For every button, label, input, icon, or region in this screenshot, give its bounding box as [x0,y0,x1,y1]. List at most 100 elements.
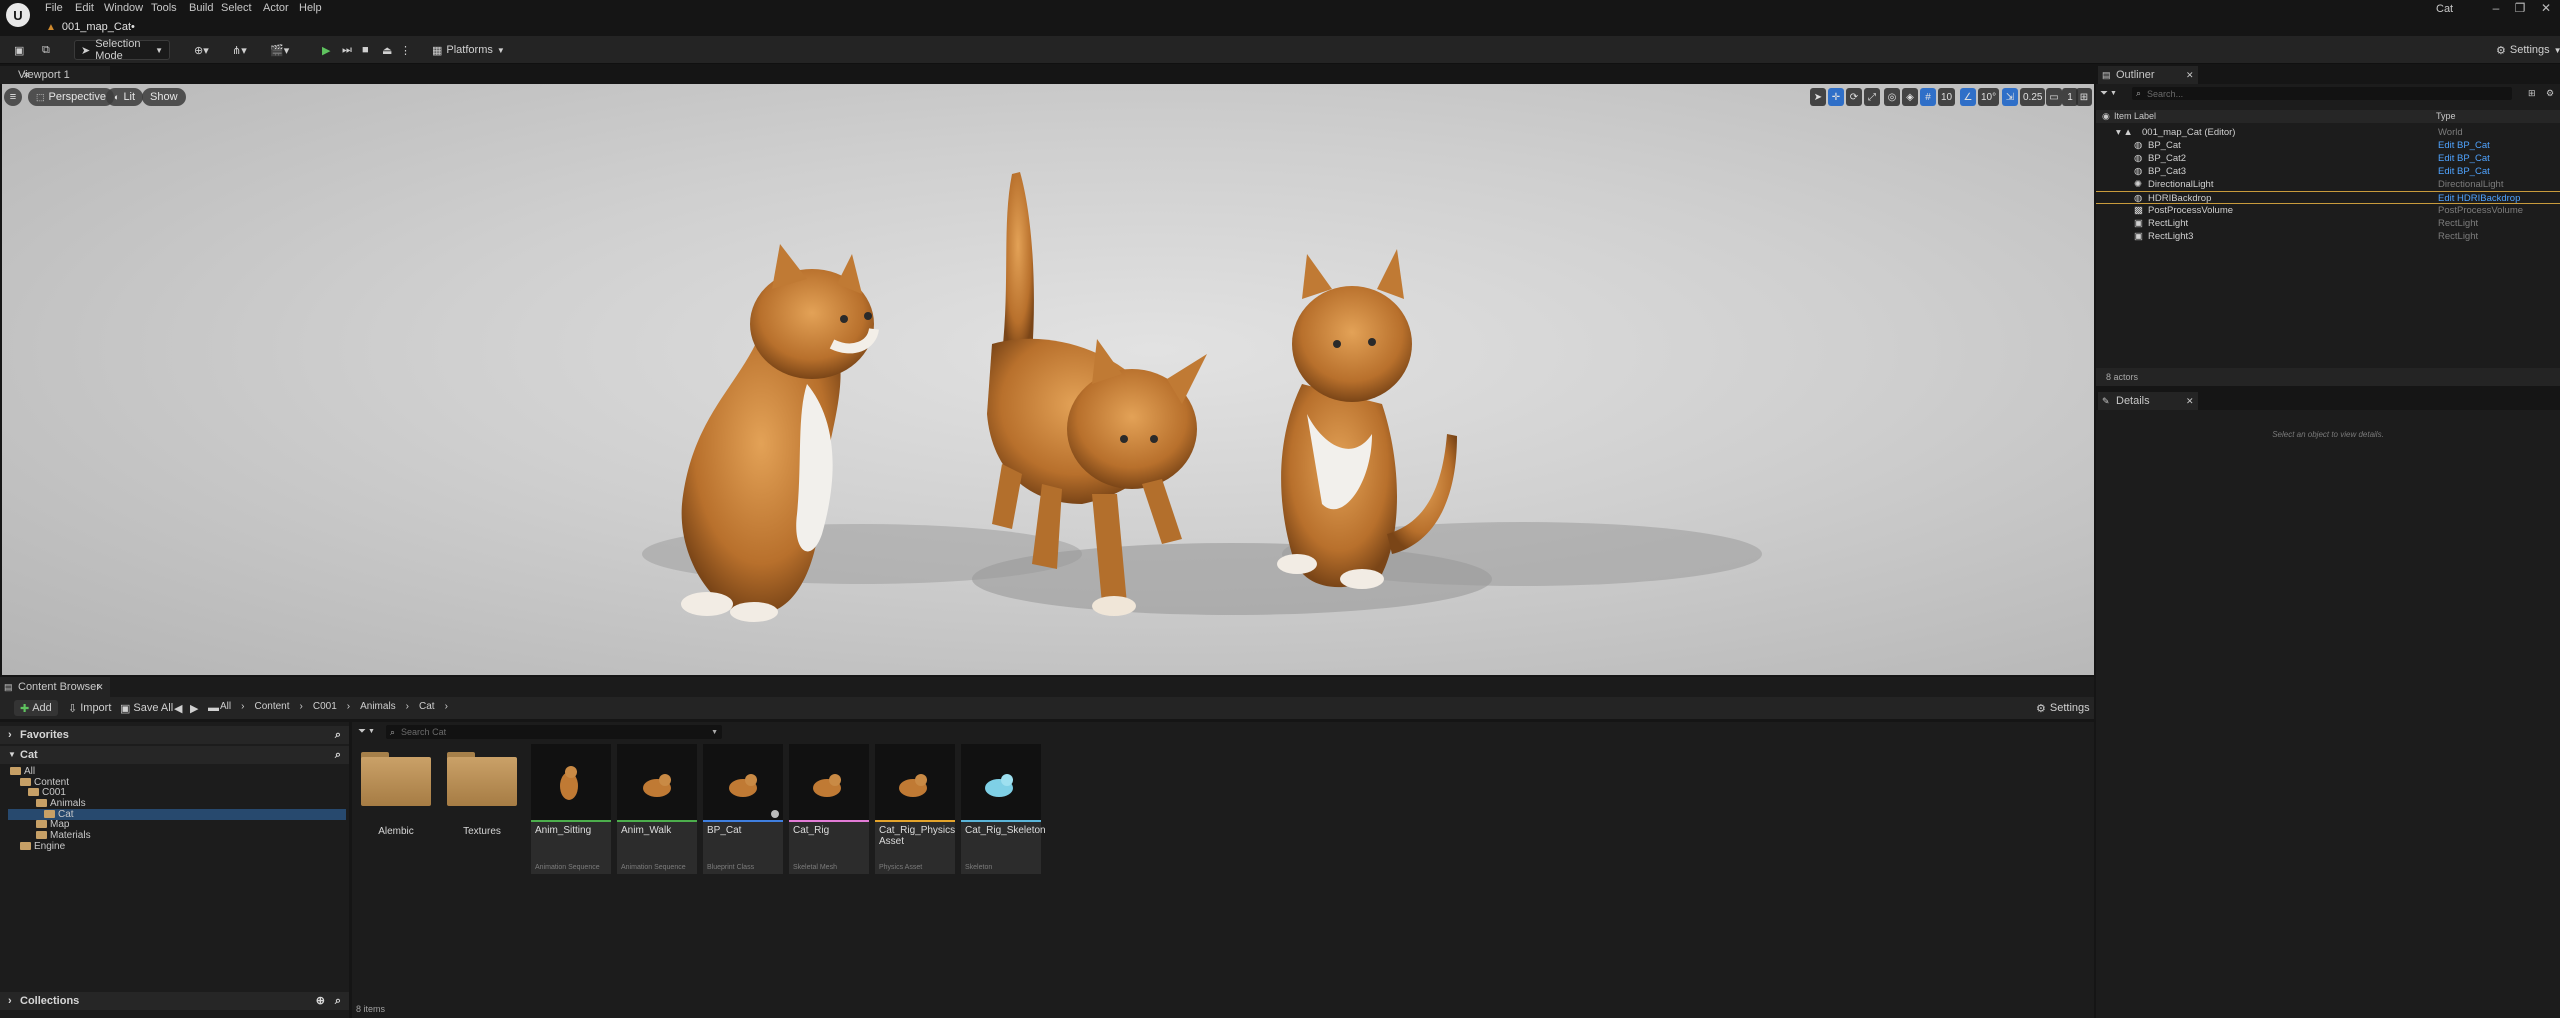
import-button[interactable]: ⇩ Import [62,700,117,716]
row-type-link[interactable]: Edit BP_Cat [2438,139,2490,152]
grid-snap-value[interactable]: 10 [1938,88,1956,106]
cb-settings-button[interactable]: ⚙ Settings [2030,700,2096,716]
map-tab[interactable]: ▲ 001_map_Cat• [46,18,135,36]
outliner-filter-button[interactable]: ⏷ ▼ [2100,88,2117,99]
visibility-icon[interactable]: ◉ [2102,110,2110,123]
search-icon[interactable]: ⌕ [335,992,341,1010]
outliner-row[interactable]: ✺ DirectionalLight DirectionalLight [2096,178,2560,191]
col-type[interactable]: Type [2436,110,2456,123]
tree-item-animals[interactable]: Animals [36,798,86,809]
play-icon[interactable]: ▶ [316,40,336,60]
menu-tools[interactable]: Tools [151,2,177,14]
rotate-tool-icon[interactable]: ⟳ [1846,88,1862,106]
cinematics-icon[interactable]: 🎬▾ [264,40,295,60]
filter-button[interactable]: ⏷ ▼ [358,726,375,737]
camera-speed-icon[interactable]: ▭ [2046,88,2062,106]
step-icon[interactable]: ⏭ [336,40,358,60]
minimize-icon[interactable]: – [2484,1,2508,17]
maximize-icon[interactable]: ❐ [2508,1,2532,17]
breadcrumb-all[interactable]: All [220,701,231,712]
breadcrumb-animals[interactable]: Animals [360,701,396,712]
search-icon[interactable]: ⌕ [335,746,341,764]
world-space-icon[interactable]: ◎ [1884,88,1900,106]
close-icon[interactable]: ✕ [2186,392,2194,410]
outliner-row[interactable]: ▣ RectLight3 RectLight [2096,230,2560,243]
rotation-snap-value[interactable]: 10° [1978,88,2000,106]
close-icon[interactable]: ✕ [2534,1,2558,17]
content-icon[interactable]: ⧉ [36,40,56,60]
asset-tile-cat-rig-physics[interactable]: Cat_Rig_Physics Asset Physics Asset [875,744,955,874]
scale-snap-value[interactable]: 0.25 [2020,88,2046,106]
close-icon[interactable]: ✕ [96,677,104,697]
close-icon[interactable]: ✕ [2186,66,2194,84]
menu-file[interactable]: File [45,2,63,14]
menu-help[interactable]: Help [299,2,322,14]
play-options-icon[interactable]: ⋮ [394,40,417,60]
menu-actor[interactable]: Actor [263,2,289,14]
asset-tile-cat-rig-skeleton[interactable]: Cat_Rig_Skeleton Skeleton [961,744,1046,874]
stop-icon[interactable]: ■ [356,40,375,60]
favorites-header[interactable]: › Favorites ⌕ [0,726,349,744]
hamburger-icon[interactable]: ≡ [4,88,22,106]
asset-tile-cat-rig[interactable]: Cat_Rig Skeletal Mesh [789,744,869,874]
folder-tile-alembic[interactable]: Alembic [356,744,436,837]
menu-window[interactable]: Window [104,2,143,14]
add-actor-icon[interactable]: ⊕▾ [188,40,215,60]
outliner-row[interactable]: ◍ BP_Cat3 Edit BP_Cat [2096,165,2560,178]
outliner-row[interactable]: ▣ RectLight RectLight [2096,217,2560,230]
surface-snap-icon[interactable]: ◈ [1902,88,1918,106]
menu-select[interactable]: Select [221,2,252,14]
asset-tile-anim-sitting[interactable]: Anim_Sitting Animation Sequence [531,744,611,874]
unreal-logo[interactable]: U [6,3,30,27]
col-item-label[interactable]: Item Label [2114,110,2156,123]
outliner-search[interactable]: ⌕ Search... [2132,87,2512,100]
asset-tile-bp-cat[interactable]: BP_Cat Blueprint Class [703,744,783,874]
tree-root-header[interactable]: ▼ Cat ⌕ [0,746,349,764]
tree-item-all[interactable]: All [10,766,35,777]
row-type-link[interactable]: Edit BP_Cat [2438,152,2490,165]
view-mode-button[interactable]: ◐ Lit [106,88,144,106]
outliner-row[interactable]: ▾ ▲ 001_map_Cat (Editor) World [2096,126,2560,139]
outliner-row[interactable]: ◍ BP_Cat Edit BP_Cat [2096,139,2560,152]
level-viewport[interactable]: ≡ ⬚ Perspective ◐ Lit Show ➤ ✛ ⟳ ⤢ ◎ ◈ #… [2,84,2094,675]
grid-snap-icon[interactable]: # [1920,88,1936,106]
outliner-tab[interactable]: ▤ Outliner ✕ [2098,66,2198,84]
viewport-tab[interactable]: Viewport 1 ✕ [0,66,110,84]
menu-build[interactable]: Build [189,2,213,14]
search-icon[interactable]: ⌕ [335,726,341,744]
asset-tile-anim-walk[interactable]: Anim_Walk Animation Sequence [617,744,697,874]
tree-item-map[interactable]: Map [36,819,69,830]
translate-tool-icon[interactable]: ✛ [1828,88,1844,106]
outliner-row[interactable]: ◍ HDRIBackdrop Edit HDRIBackdrop [2096,191,2560,204]
platforms-button[interactable]: ▦ Platforms ▼ [426,40,511,60]
breadcrumb-content[interactable]: Content [254,701,289,712]
maximize-viewport-icon[interactable]: ⊞ [2076,88,2092,106]
scale-snap-icon[interactable]: ⇲ [2002,88,2018,106]
perspective-button[interactable]: ⬚ Perspective [28,88,114,106]
breadcrumb-c001[interactable]: C001 [313,701,337,712]
content-browser-tab[interactable]: ▤ Content Browser ✕ [0,677,110,697]
scale-tool-icon[interactable]: ⤢ [1864,88,1880,106]
save-icon[interactable]: ▣ [8,40,30,60]
tree-item-c001[interactable]: C001 [28,787,66,798]
folder-tile-textures[interactable]: Textures [442,744,522,837]
select-tool-icon[interactable]: ➤ [1810,88,1826,106]
row-type-link[interactable]: Edit BP_Cat [2438,165,2490,178]
add-collection-icon[interactable]: ⊕ [316,992,325,1010]
collections-header[interactable]: › Collections ⊕ ⌕ [0,992,349,1010]
tree-item-materials[interactable]: Materials [36,830,91,841]
add-folder-icon[interactable]: ⊞ [2528,88,2536,99]
menu-edit[interactable]: Edit [75,2,94,14]
gear-icon[interactable]: ⚙ [2546,88,2554,99]
outliner-row[interactable]: ▩ PostProcessVolume PostProcessVolume [2096,204,2560,217]
asset-search[interactable]: ⌕ Search Cat ▼ [386,725,722,739]
outliner-row[interactable]: ◍ BP_Cat2 Edit BP_Cat [2096,152,2560,165]
details-tab[interactable]: ✎ Details ✕ [2098,392,2198,410]
blueprint-icon[interactable]: ⋔▾ [226,40,253,60]
tree-item-engine[interactable]: Engine [20,841,65,852]
selection-mode-dropdown[interactable]: ➤ Selection Mode ▼ [74,38,170,62]
add-button[interactable]: ✚ Add [14,700,58,716]
close-icon[interactable]: ✕ [22,66,30,84]
breadcrumb-cat[interactable]: Cat [419,701,435,712]
settings-button[interactable]: ⚙ Settings ▼ [2490,40,2560,60]
